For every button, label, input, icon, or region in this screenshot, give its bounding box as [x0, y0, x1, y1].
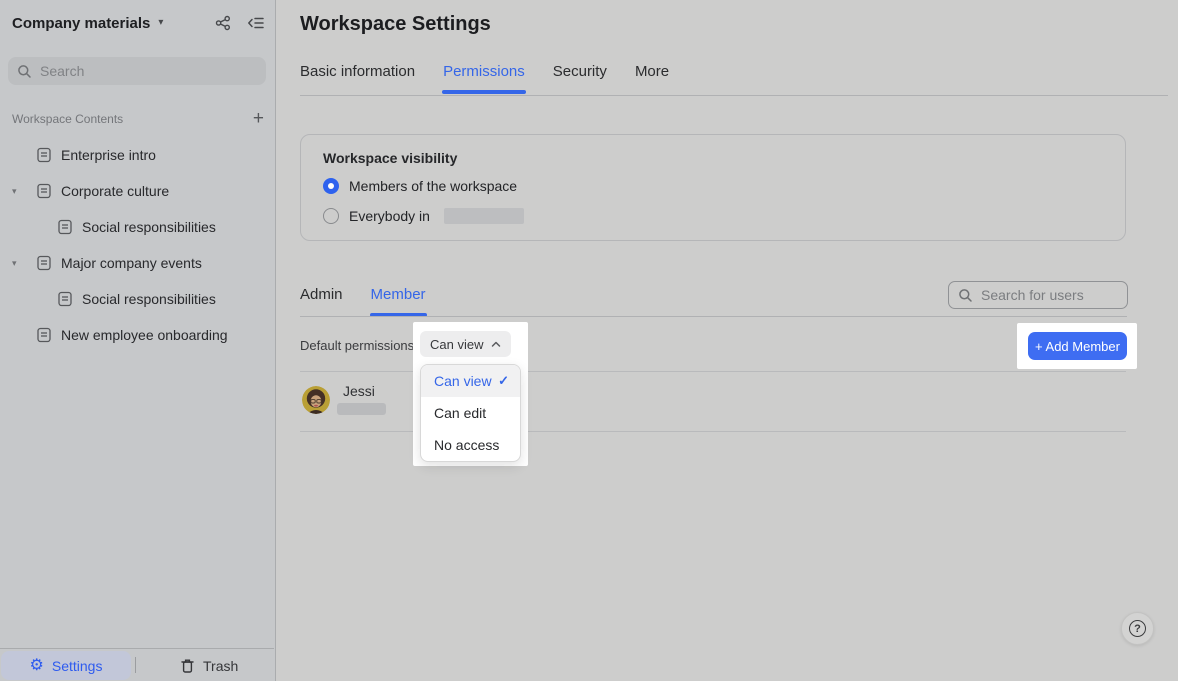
- radio-selected-icon: [323, 178, 339, 194]
- chevron-down-icon: ▾: [158, 18, 163, 28]
- sidebar: Company materials ▾: [0, 0, 276, 681]
- sidebar-item-settings[interactable]: ⚙ Settings: [1, 651, 131, 680]
- question-mark-icon: ?: [1129, 620, 1146, 637]
- default-permissions-label: Default permissions:: [300, 338, 418, 353]
- gear-icon: ⚙: [30, 658, 44, 674]
- tabs-divider: [300, 95, 1168, 96]
- visibility-option-everybody[interactable]: Everybody in: [323, 208, 524, 224]
- role-tabs: Admin Member: [300, 286, 426, 307]
- trash-label: Trash: [203, 658, 238, 674]
- tab-basic-information[interactable]: Basic information: [300, 63, 415, 84]
- radio-label: Members of the workspace: [349, 178, 517, 194]
- workspace-tree: Enterprise intro ▾ Corporate culture Soc…: [0, 137, 274, 353]
- tree-item[interactable]: Enterprise intro: [0, 137, 274, 173]
- highlight-box-add-member: + Add Member: [1017, 323, 1137, 369]
- add-page-button[interactable]: +: [253, 110, 264, 128]
- document-icon: [57, 219, 73, 235]
- document-icon: [36, 255, 52, 271]
- add-member-button[interactable]: + Add Member: [1028, 332, 1127, 360]
- highlight-box-permissions-dropdown: Can view Can view ✓ Can edit No access: [413, 322, 528, 466]
- member-name: Jessi: [343, 383, 375, 399]
- settings-label: Settings: [52, 658, 103, 674]
- dropdown-selected-value: Can view: [430, 337, 483, 352]
- document-icon: [36, 183, 52, 199]
- workspace-switcher[interactable]: Company materials ▾: [12, 15, 163, 32]
- sidebar-item-trash[interactable]: Trash: [170, 651, 248, 680]
- tree-item[interactable]: Social responsibilities: [0, 209, 274, 245]
- check-icon: ✓: [498, 373, 509, 389]
- menu-item-label: Can view: [434, 373, 492, 389]
- tab-member[interactable]: Member: [371, 286, 426, 307]
- sidebar-header: Company materials ▾: [12, 11, 265, 35]
- workspace-visibility-card: Workspace visibility Members of the work…: [300, 134, 1126, 241]
- workspace-name: Company materials: [12, 15, 150, 32]
- visibility-title: Workspace visibility: [323, 150, 457, 166]
- workspace-contents-header: Workspace Contents +: [12, 109, 264, 129]
- footer-divider: [135, 657, 136, 673]
- document-icon: [57, 291, 73, 307]
- menu-item-can-edit[interactable]: Can edit: [421, 397, 520, 429]
- tab-admin[interactable]: Admin: [300, 286, 343, 307]
- workspace-contents-label: Workspace Contents: [12, 112, 123, 126]
- search-icon: [17, 64, 32, 79]
- redacted-org-name: [444, 208, 524, 224]
- menu-item-label: No access: [434, 437, 499, 453]
- redacted-member-email: [337, 403, 386, 415]
- visibility-option-members[interactable]: Members of the workspace: [323, 178, 517, 194]
- default-permissions-dropdown[interactable]: Can view: [420, 331, 511, 357]
- sidebar-header-icons: [214, 14, 265, 32]
- menu-item-can-view[interactable]: Can view ✓: [421, 365, 520, 397]
- menu-item-label: Can edit: [434, 405, 486, 421]
- radio-unselected-icon: [323, 208, 339, 224]
- users-search-input[interactable]: Search for users: [948, 281, 1128, 309]
- tree-item-label: Social responsibilities: [82, 291, 216, 307]
- main-content: Workspace Settings Basic information Per…: [277, 0, 1178, 681]
- tree-item-label: Enterprise intro: [61, 147, 156, 163]
- tab-security[interactable]: Security: [553, 63, 607, 84]
- help-button[interactable]: ?: [1121, 612, 1154, 645]
- tree-item-label: Corporate culture: [61, 183, 169, 199]
- users-search-placeholder: Search for users: [981, 287, 1084, 303]
- search-input[interactable]: Search: [8, 57, 266, 85]
- search-placeholder: Search: [40, 63, 84, 79]
- tree-item[interactable]: ▾ Major company events: [0, 245, 274, 281]
- tab-permissions[interactable]: Permissions: [443, 63, 525, 84]
- tab-more[interactable]: More: [635, 63, 669, 84]
- chevron-down-icon[interactable]: ▾: [12, 258, 17, 269]
- radio-label: Everybody in: [349, 208, 430, 224]
- share-icon[interactable]: [214, 14, 232, 32]
- sidebar-footer: ⚙ Settings Trash: [0, 648, 274, 681]
- chevron-up-icon: [491, 340, 501, 348]
- document-icon: [36, 327, 52, 343]
- tree-item[interactable]: ▾ Corporate culture: [0, 173, 274, 209]
- app-root: Company materials ▾: [0, 0, 1178, 681]
- role-tabs-divider: [300, 316, 1127, 317]
- permissions-menu: Can view ✓ Can edit No access: [420, 364, 521, 462]
- tree-item[interactable]: Social responsibilities: [0, 281, 274, 317]
- tree-item-label: Major company events: [61, 255, 202, 271]
- tree-item-label: Social responsibilities: [82, 219, 216, 235]
- collapse-sidebar-icon[interactable]: [247, 14, 265, 32]
- tree-item-label: New employee onboarding: [61, 327, 228, 343]
- avatar: [302, 386, 330, 414]
- document-icon: [36, 147, 52, 163]
- trash-icon: [180, 658, 195, 674]
- search-icon: [958, 288, 973, 303]
- settings-tabs: Basic information Permissions Security M…: [300, 63, 669, 84]
- page-title: Workspace Settings: [300, 13, 491, 36]
- chevron-down-icon[interactable]: ▾: [12, 186, 17, 197]
- tree-item[interactable]: New employee onboarding: [0, 317, 274, 353]
- menu-item-no-access[interactable]: No access: [421, 429, 520, 461]
